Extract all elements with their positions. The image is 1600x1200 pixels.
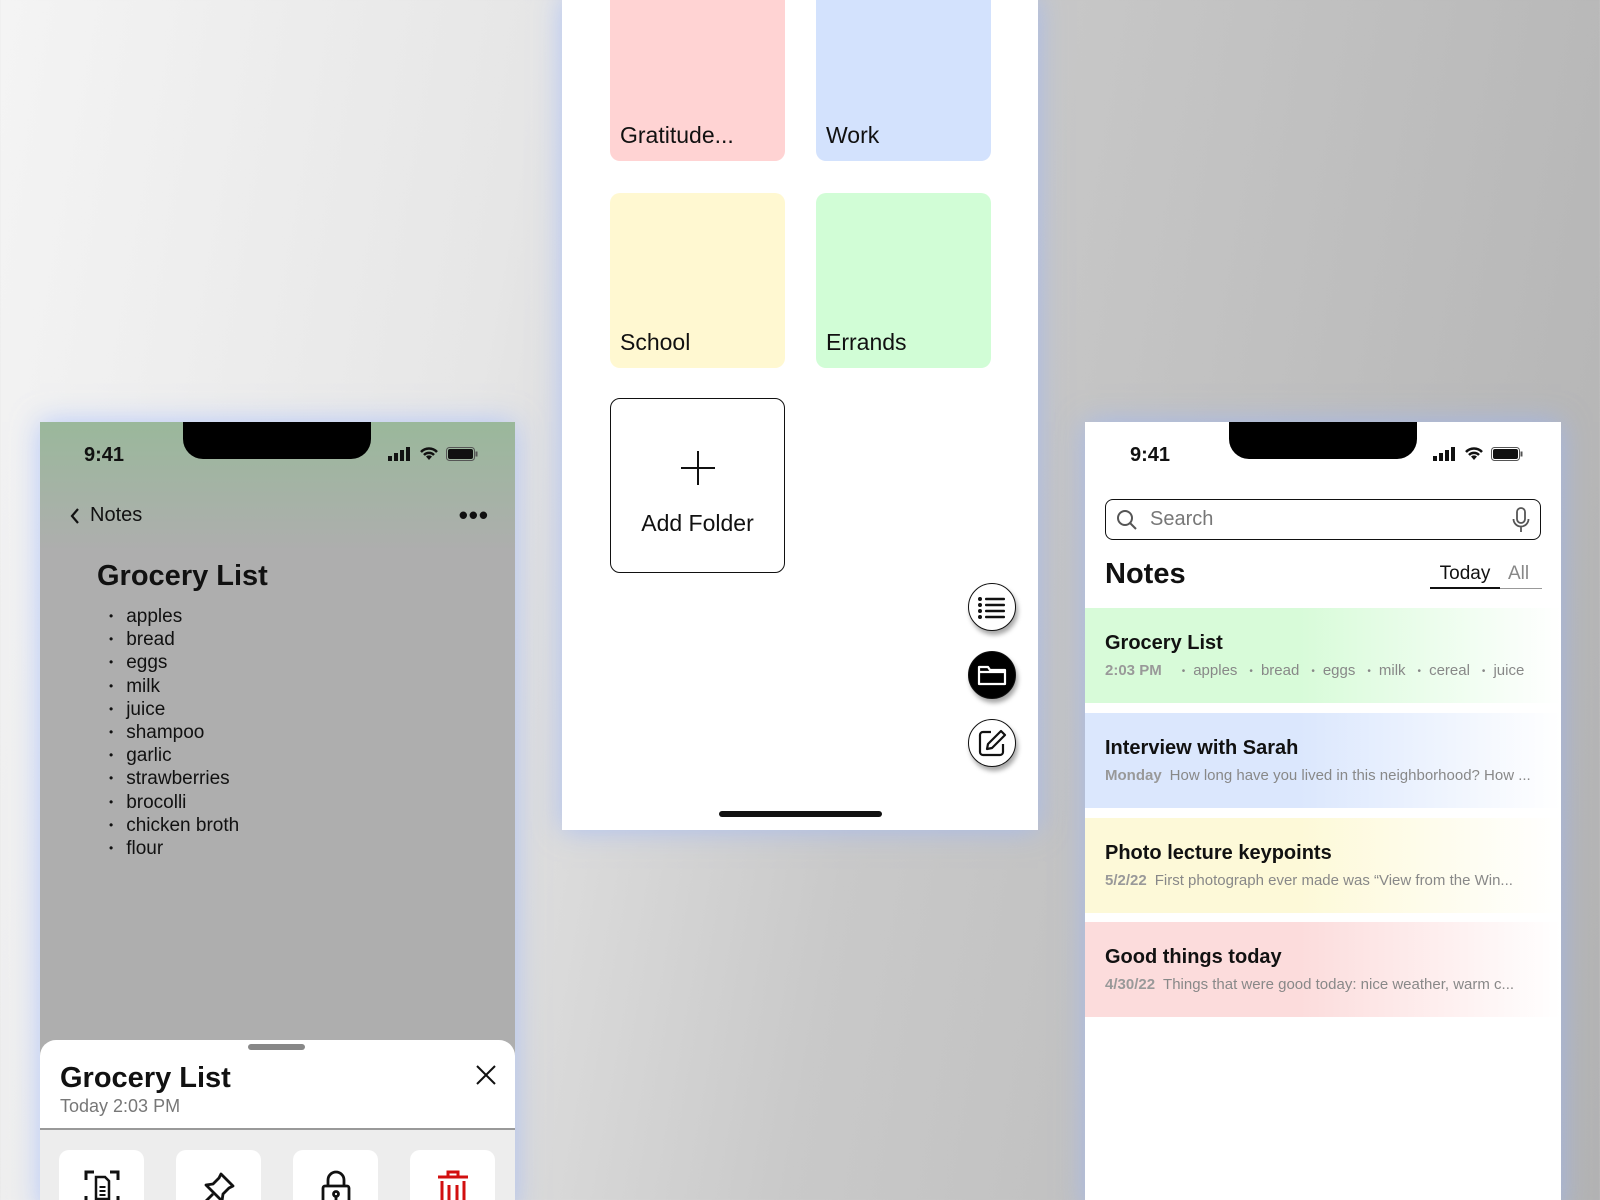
filter-tabs: Today All bbox=[1430, 563, 1542, 589]
list-item: garlic bbox=[109, 744, 239, 767]
sheet-title: Grocery List bbox=[60, 1062, 231, 1094]
battery-icon bbox=[446, 446, 478, 461]
list-item: shampoo bbox=[109, 721, 239, 744]
list-item: flour bbox=[109, 837, 239, 860]
note-date: 4/30/22 bbox=[1105, 976, 1156, 993]
back-button[interactable]: Notes bbox=[70, 504, 142, 527]
note-title: Good things today bbox=[1105, 946, 1282, 968]
compose-icon bbox=[978, 729, 1007, 757]
list-item: apples bbox=[109, 605, 239, 628]
folder-icon bbox=[977, 665, 1007, 686]
note-preview: How long have you lived in this neighbor… bbox=[1169, 767, 1531, 784]
notch bbox=[1229, 422, 1417, 459]
note-title: Photo lecture keypoints bbox=[1105, 842, 1332, 864]
list-item: eggs bbox=[109, 651, 239, 674]
signal-icon bbox=[1433, 446, 1455, 461]
folder-label: Errands bbox=[826, 329, 907, 355]
note-preview-item: apples bbox=[1193, 662, 1238, 679]
scan-document-icon bbox=[84, 1170, 119, 1200]
delete-button[interactable] bbox=[410, 1150, 495, 1200]
search-input[interactable] bbox=[1150, 508, 1500, 531]
folder-work[interactable]: Work bbox=[816, 0, 991, 161]
note-title: Grocery List bbox=[97, 560, 268, 592]
list-item: bread bbox=[109, 628, 239, 651]
note-item-photo-lecture[interactable]: Photo lecture keypoints 5/2/22 First phot… bbox=[1085, 818, 1561, 913]
plus-icon bbox=[681, 451, 715, 485]
sheet-actions bbox=[40, 1130, 515, 1200]
note-title: Grocery List bbox=[1105, 632, 1223, 654]
lock-icon bbox=[321, 1170, 350, 1200]
note-item-interview[interactable]: Interview with Sarah Monday How long have… bbox=[1085, 713, 1561, 808]
chevron-left-icon bbox=[70, 507, 79, 524]
note-item-grocery-list[interactable]: Grocery List 2:03 PM • apples • bread • eggs • m… bbox=[1085, 608, 1561, 703]
note-meta: 5/2/22 First photograph ever made was “Vi… bbox=[1105, 872, 1541, 889]
tab-today[interactable]: Today bbox=[1430, 563, 1500, 589]
list-icon bbox=[978, 597, 1005, 619]
battery-icon bbox=[1491, 446, 1523, 461]
folder-view-button[interactable] bbox=[968, 651, 1016, 699]
list-item: brocolli bbox=[109, 791, 239, 814]
search-bar[interactable] bbox=[1105, 499, 1541, 540]
note-item-good-things[interactable]: Good things today 4/30/22 Things that wer… bbox=[1085, 922, 1561, 1017]
folder-label: School bbox=[620, 329, 691, 355]
folder-label: Work bbox=[826, 122, 880, 148]
folder-gratitude[interactable]: Gratitude... bbox=[610, 0, 785, 161]
sheet-subtitle: Today 2:03 PM bbox=[60, 1096, 181, 1116]
note-meta: Monday How long have you lived in this ne… bbox=[1105, 767, 1541, 784]
note-meta: 4/30/22 Things that were good today: nice… bbox=[1105, 976, 1541, 993]
notes-list-screen: 9:41 Notes Today All Grocery List 2:03 P… bbox=[1085, 422, 1561, 1200]
note-date: 5/2/22 bbox=[1105, 872, 1147, 889]
sheet-grabber[interactable] bbox=[248, 1044, 305, 1050]
lock-button[interactable] bbox=[293, 1150, 378, 1200]
grocery-items-list: apples bread eggs milk juice shampoo gar… bbox=[109, 605, 239, 860]
scan-button[interactable] bbox=[59, 1150, 144, 1200]
note-date: 2:03 PM bbox=[1105, 662, 1162, 679]
microphone-icon[interactable] bbox=[1512, 506, 1530, 533]
folder-errands[interactable]: Errands bbox=[816, 193, 991, 368]
home-indicator bbox=[719, 811, 882, 817]
list-view-button[interactable] bbox=[968, 583, 1016, 631]
note-preview: First photograph ever made was “View fro… bbox=[1154, 872, 1513, 889]
signal-icon bbox=[388, 446, 410, 461]
note-preview-item: cereal bbox=[1429, 662, 1470, 679]
note-preview: Things that were good today: nice weathe… bbox=[1163, 976, 1515, 993]
note-date: Monday bbox=[1105, 767, 1162, 784]
status-icons bbox=[388, 446, 478, 461]
wifi-icon bbox=[420, 447, 438, 460]
compose-button[interactable] bbox=[968, 719, 1016, 767]
trash-icon bbox=[437, 1170, 468, 1200]
list-item: juice bbox=[109, 698, 239, 721]
note-detail-screen: 9:41 Notes ••• Grocery List apples bread… bbox=[40, 422, 515, 1200]
search-icon bbox=[1117, 509, 1137, 530]
list-item: chicken broth bbox=[109, 814, 239, 837]
notch bbox=[183, 422, 371, 459]
wifi-icon bbox=[1465, 447, 1483, 460]
list-item: strawberries bbox=[109, 767, 239, 790]
tab-all[interactable]: All bbox=[1508, 563, 1529, 585]
pin-button[interactable] bbox=[176, 1150, 261, 1200]
status-time: 9:41 bbox=[84, 444, 125, 466]
close-icon[interactable] bbox=[473, 1062, 499, 1088]
note-title: Interview with Sarah bbox=[1105, 737, 1299, 759]
pin-icon bbox=[204, 1172, 234, 1200]
note-preview-item: eggs bbox=[1322, 662, 1356, 679]
status-time: 9:41 bbox=[1130, 444, 1171, 466]
note-preview-item: milk bbox=[1378, 662, 1406, 679]
add-folder-button[interactable]: Add Folder bbox=[610, 398, 785, 573]
page-title: Notes bbox=[1105, 558, 1186, 590]
folders-screen: Gratitude... Work School Errands Add Fol… bbox=[562, 0, 1038, 830]
add-folder-label: Add Folder bbox=[641, 510, 754, 536]
note-preview-item: juice bbox=[1493, 662, 1525, 679]
folder-label: Gratitude... bbox=[620, 122, 734, 148]
back-label: Notes bbox=[90, 504, 143, 526]
status-icons bbox=[1433, 446, 1523, 461]
more-icon[interactable]: ••• bbox=[459, 502, 489, 528]
note-preview-item: bread bbox=[1260, 662, 1300, 679]
note-meta: 2:03 PM • apples • bread • eggs • milk • cereal • ju… bbox=[1105, 662, 1525, 679]
folder-school[interactable]: School bbox=[610, 193, 785, 368]
note-options-sheet: Grocery List Today 2:03 PM bbox=[40, 1040, 515, 1200]
list-item: milk bbox=[109, 675, 239, 698]
